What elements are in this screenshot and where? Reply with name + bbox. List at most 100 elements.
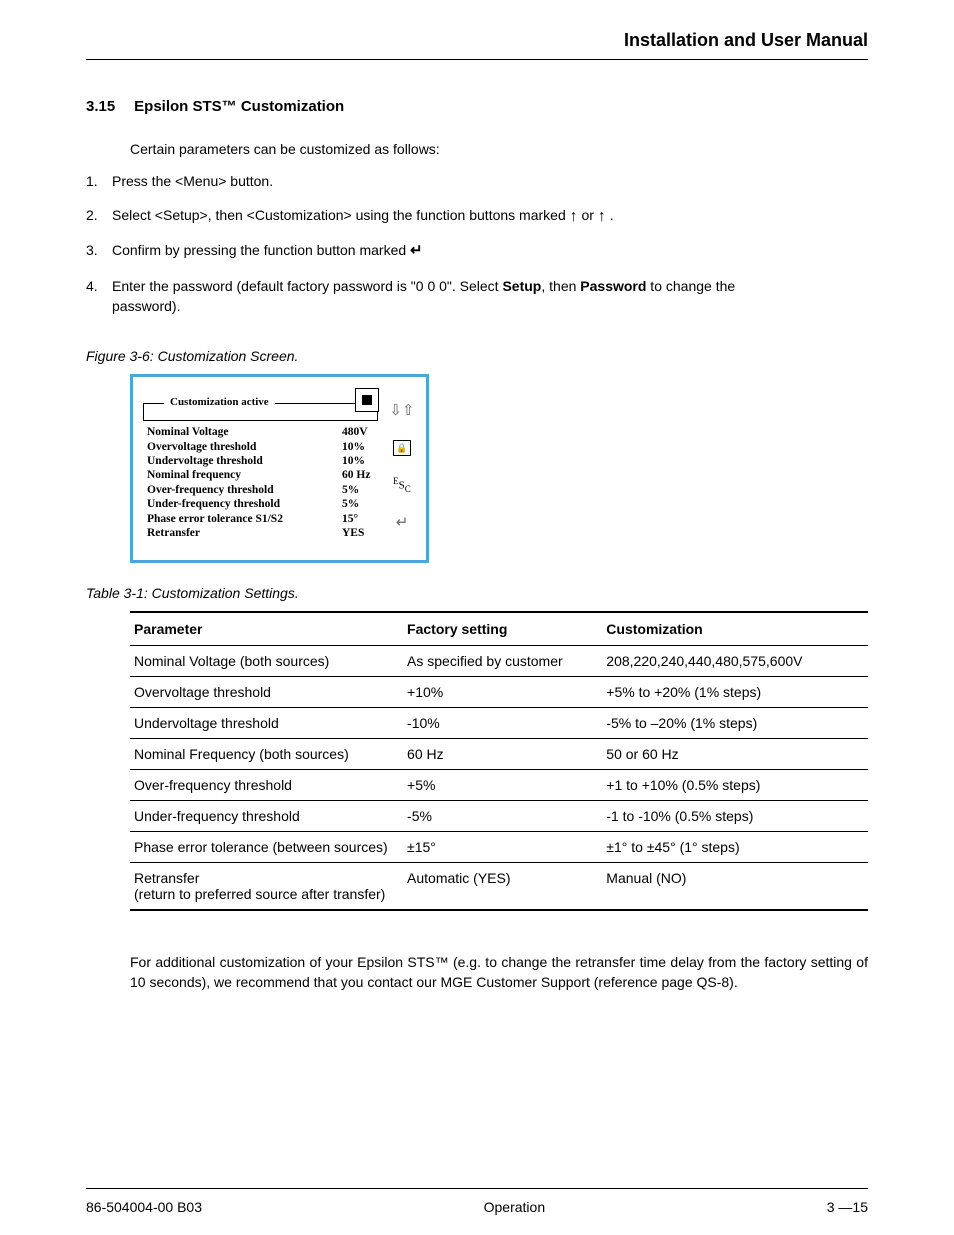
th-parameter: Parameter — [130, 612, 403, 646]
param-label: Undervoltage threshold — [147, 454, 342, 468]
step-text-pre: Select <Setup>, then <Customization> usi… — [112, 207, 570, 223]
cell: +10% — [403, 677, 602, 708]
step-4: 4. Enter the password (default factory p… — [86, 276, 868, 317]
param-value: YES — [342, 526, 384, 540]
step-ord: 3. — [86, 240, 98, 260]
cell: -10% — [403, 708, 602, 739]
step-ord: 1. — [86, 171, 98, 191]
footer-center: Operation — [202, 1199, 827, 1215]
cell: Overvoltage threshold — [130, 677, 403, 708]
cell: +5% — [403, 770, 602, 801]
step-text: Press the <Menu> button. — [112, 173, 273, 189]
cell: Nominal Frequency (both sources) — [130, 739, 403, 770]
param-row: Nominal Voltage480V — [147, 425, 384, 439]
param-label: Phase error tolerance S1/S2 — [147, 512, 342, 526]
table-row: Overvoltage threshold+10%+5% to +20% (1%… — [130, 677, 868, 708]
param-row: Under-frequency threshold5% — [147, 497, 384, 511]
screen-sidebar: ⇩⇧ 🔒 ESC ↵ — [388, 403, 416, 540]
step-text-mid: or — [582, 207, 598, 223]
cell: Nominal Voltage (both sources) — [130, 646, 403, 677]
step-text-a: Enter the password (default factory pass… — [112, 278, 502, 294]
cell: ±15° — [403, 832, 602, 863]
param-label: Nominal frequency — [147, 468, 342, 482]
param-row: Overvoltage threshold10% — [147, 440, 384, 454]
closing-paragraph: For additional customization of your Eps… — [130, 953, 868, 992]
step-1: 1. Press the <Menu> button. — [86, 171, 868, 191]
table-row: Phase error tolerance (between sources)±… — [130, 832, 868, 863]
footer-right: 3 —15 — [827, 1199, 868, 1215]
cell: 50 or 60 Hz — [602, 739, 868, 770]
step-bold-password: Password — [580, 278, 646, 294]
page-header: Installation and User Manual — [86, 30, 868, 60]
param-value: 480V — [342, 425, 384, 439]
figure-caption: Figure 3-6: Customization Screen. — [86, 348, 868, 364]
updown-icon: ⇩⇧ — [389, 403, 414, 418]
cell: -5% to –20% (1% steps) — [602, 708, 868, 739]
section-intro: Certain parameters can be customized as … — [130, 141, 868, 157]
param-value: 5% — [342, 483, 384, 497]
cell: Manual (NO) — [602, 863, 868, 911]
param-row: Over-frequency threshold5% — [147, 483, 384, 497]
param-row: Phase error tolerance S1/S215° — [147, 512, 384, 526]
cell: +5% to +20% (1% steps) — [602, 677, 868, 708]
lock-icon: 🔒 — [393, 440, 411, 456]
cell: As specified by customer — [403, 646, 602, 677]
table-row: Nominal Frequency (both sources)60 Hz50 … — [130, 739, 868, 770]
step-ord: 4. — [86, 276, 98, 296]
section-number: 3.15 — [86, 98, 130, 115]
param-value: 10% — [342, 440, 384, 454]
step-ord: 2. — [86, 205, 98, 225]
table-row: Retransfer (return to preferred source a… — [130, 863, 868, 911]
table-caption: Table 3-1: Customization Settings. — [86, 585, 868, 601]
param-row: Nominal frequency60 Hz — [147, 468, 384, 482]
step-bold-setup: Setup — [502, 278, 541, 294]
param-row: Undervoltage threshold10% — [147, 454, 384, 468]
step-text-d: password). — [112, 296, 868, 316]
param-list: Nominal Voltage480V Overvoltage threshol… — [143, 421, 384, 540]
screen-legend: Customization active — [164, 396, 275, 408]
param-value: 15° — [342, 512, 384, 526]
table-row: Over-frequency threshold+5%+1 to +10% (0… — [130, 770, 868, 801]
cell: +1 to +10% (0.5% steps) — [602, 770, 868, 801]
screen-main: Customization active Nominal Voltage480V… — [143, 403, 384, 540]
cell: -1 to -10% (0.5% steps) — [602, 801, 868, 832]
cell: Retransfer (return to preferred source a… — [130, 863, 403, 911]
cell: Undervoltage threshold — [130, 708, 403, 739]
table-row: Undervoltage threshold-10%-5% to –20% (1… — [130, 708, 868, 739]
step-text: Confirm by pressing the function button … — [112, 242, 410, 258]
param-row: RetransferYES — [147, 526, 384, 540]
step-text-b: , then — [541, 278, 580, 294]
esc-icon: ESC — [393, 478, 411, 492]
cell: Over-frequency threshold — [130, 770, 403, 801]
page: Installation and User Manual 3.15 Epsilo… — [0, 0, 954, 1235]
param-label: Over-frequency threshold — [147, 483, 342, 497]
table-row: Nominal Voltage (both sources)As specifi… — [130, 646, 868, 677]
step-text: Enter the password (default factory pass… — [112, 276, 868, 296]
customization-screen: Customization active Nominal Voltage480V… — [130, 374, 429, 563]
param-value: 60 Hz — [342, 468, 384, 482]
page-footer: 86-504004-00 B03 Operation 3 —15 — [86, 1188, 868, 1215]
steps-list: 1. Press the <Menu> button. 2. Select <S… — [86, 171, 868, 330]
param-value: 5% — [342, 497, 384, 511]
param-label: Nominal Voltage — [147, 425, 342, 439]
footer-left: 86-504004-00 B03 — [86, 1199, 202, 1215]
enter-icon: ↵ — [410, 240, 423, 262]
param-label: Retransfer — [147, 526, 342, 540]
disk-icon — [355, 388, 379, 412]
param-label: Under-frequency threshold — [147, 497, 342, 511]
section-title: Epsilon STS™ Customization — [134, 98, 344, 115]
cell: Automatic (YES) — [403, 863, 602, 911]
section-heading: 3.15 Epsilon STS™ Customization — [86, 98, 868, 115]
step-2: 2. Select <Setup>, then <Customization> … — [86, 205, 868, 225]
cell: 60 Hz — [403, 739, 602, 770]
th-customization: Customization — [602, 612, 868, 646]
param-label: Overvoltage threshold — [147, 440, 342, 454]
cell: 208,220,240,440,480,575,600V — [602, 646, 868, 677]
table-header-row: Parameter Factory setting Customization — [130, 612, 868, 646]
table-row: Under-frequency threshold-5%-1 to -10% (… — [130, 801, 868, 832]
param-value: 10% — [342, 454, 384, 468]
cell: -5% — [403, 801, 602, 832]
step-text-c: to change the — [646, 278, 735, 294]
step-text-post: . — [610, 207, 614, 223]
cell: ±1° to ±45° (1° steps) — [602, 832, 868, 863]
